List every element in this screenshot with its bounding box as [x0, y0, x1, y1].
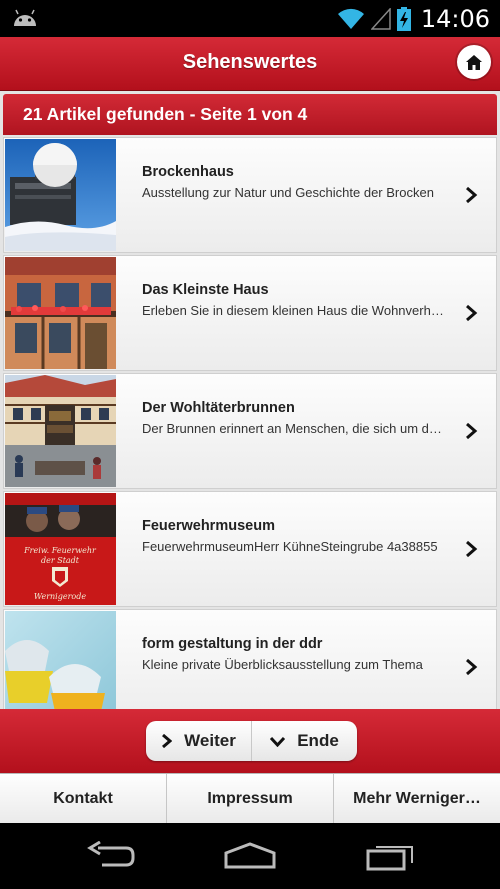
chevron-right-icon [466, 658, 478, 676]
nav-contact[interactable]: Kontakt [0, 774, 167, 824]
item-description: Kleine private Überblicksausstellung zum… [142, 657, 423, 672]
item-title: Das Kleinste Haus [142, 282, 269, 298]
attraction-list: Brockenhaus Ausstellung zur Natur und Ge… [3, 137, 497, 709]
item-title: form gestaltung in der ddr [142, 636, 323, 652]
recent-apps-icon[interactable] [364, 841, 416, 871]
home-nav-icon[interactable] [224, 841, 276, 871]
kleinste-haus-thumbnail [5, 257, 116, 369]
page-title: Sehenswertes [182, 51, 318, 73]
home-icon [466, 54, 482, 70]
item-title: Der Wohltäterbrunnen [142, 400, 295, 416]
item-description: Ausstellung zur Natur und Geschichte der… [142, 185, 434, 200]
chevron-down-icon [270, 736, 286, 747]
list-item[interactable]: Brockenhaus Ausstellung zur Natur und Ge… [3, 137, 497, 253]
form-gestaltung-thumbnail [5, 611, 116, 709]
home-button[interactable] [457, 45, 491, 79]
nav-imprint[interactable]: Impressum [167, 774, 334, 824]
signal-icon [370, 8, 391, 30]
status-time: 14:06 [420, 5, 490, 33]
android-icon [14, 9, 36, 26]
battery-charging-icon [396, 7, 411, 31]
item-description: FeuerwehrmuseumHerr KühneSteingrube 4a38… [142, 539, 438, 554]
app-header: Sehenswertes [0, 37, 500, 91]
list-item[interactable]: Freiw. Feuerwehr der Stadt Wernigerode F… [3, 491, 497, 607]
footer-nav: Kontakt Impressum Mehr Werniger… [0, 773, 500, 824]
wohltaeterbrunnen-thumbnail [5, 375, 116, 487]
chevron-right-icon [466, 304, 478, 322]
chevron-right-icon [466, 186, 478, 204]
item-title: Feuerwehrmuseum [142, 518, 275, 534]
results-header: 21 Artikel gefunden - Seite 1 von 4 [3, 94, 497, 135]
pagination-controls: Weiter Ende [146, 721, 357, 761]
chevron-right-icon [466, 540, 478, 558]
list-item[interactable]: Der Wohltäterbrunnen Der Brunnen erinner… [3, 373, 497, 489]
list-item[interactable]: form gestaltung in der ddr Kleine privat… [3, 609, 497, 709]
system-nav-bar [0, 823, 500, 889]
item-description: Erleben Sie in diesem kleinen Haus die W… [142, 303, 444, 318]
pagination-bar: Weiter Ende [0, 709, 500, 773]
next-page-label: Weiter [184, 731, 236, 750]
content-area: 21 Artikel gefunden - Seite 1 von 4 Broc… [0, 91, 500, 709]
chevron-right-icon [162, 734, 173, 748]
chevron-right-icon [466, 422, 478, 440]
brockenhaus-thumbnail [5, 139, 116, 251]
last-page-label: Ende [297, 731, 339, 750]
thumb-text-line-2: der Stadt [41, 556, 80, 565]
thumb-text-line-1: Freiw. Feuerwehr [23, 546, 97, 555]
feuerwehrmuseum-thumbnail: Freiw. Feuerwehr der Stadt Wernigerode [5, 493, 116, 605]
back-icon[interactable] [86, 841, 136, 871]
status-bar: 14:06 [0, 0, 500, 37]
thumb-text-line-3: Wernigerode [34, 592, 86, 601]
item-title: Brockenhaus [142, 164, 234, 180]
list-item[interactable]: Das Kleinste Haus Erleben Sie in diesem … [3, 255, 497, 371]
last-page-button[interactable]: Ende [252, 721, 357, 761]
nav-more[interactable]: Mehr Werniger… [334, 774, 500, 824]
next-page-button[interactable]: Weiter [146, 721, 251, 761]
item-description: Der Brunnen erinnert an Menschen, die si… [142, 421, 444, 436]
wifi-icon [337, 8, 364, 29]
results-summary: 21 Artikel gefunden - Seite 1 von 4 [23, 104, 308, 124]
